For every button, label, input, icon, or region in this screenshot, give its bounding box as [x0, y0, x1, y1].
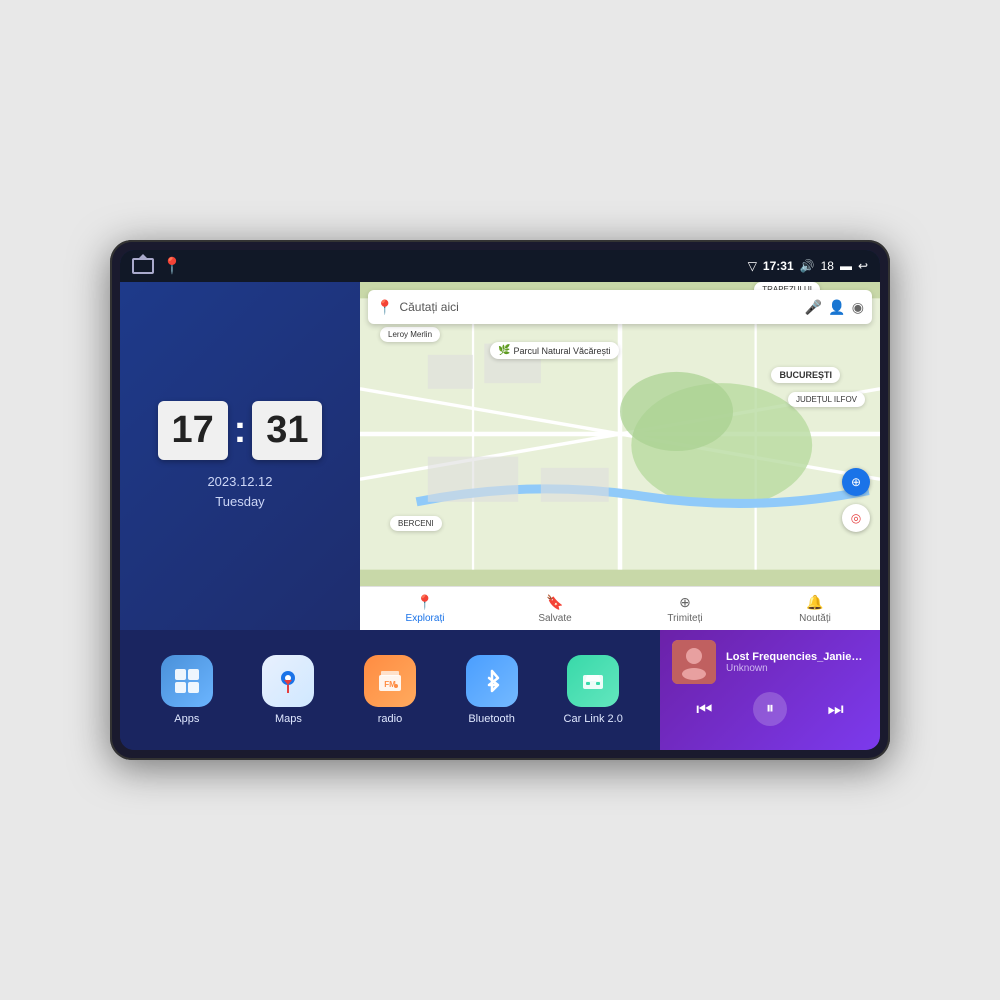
- clock-hours: 17: [158, 401, 228, 460]
- device-screen: 📍 ▽ 17:31 🔊 18 ▬ ↩ 17 : 31: [120, 250, 880, 750]
- location-button[interactable]: ⊕: [842, 468, 870, 496]
- app-icon-maps[interactable]: Maps: [256, 655, 320, 725]
- compass-button[interactable]: ◎: [842, 504, 870, 532]
- mic-icon[interactable]: 🎤: [805, 299, 822, 316]
- app-icon-bluetooth[interactable]: Bluetooth: [460, 655, 524, 725]
- carlink-label: Car Link 2.0: [564, 713, 623, 725]
- saved-icon: 🔖: [546, 594, 563, 611]
- search-placeholder: Căutați aici: [399, 300, 798, 314]
- next-button[interactable]: ⏭: [820, 695, 852, 724]
- map-nav-explore[interactable]: 📍 Explorați: [360, 594, 490, 624]
- prev-button[interactable]: ⏮: [688, 695, 720, 724]
- app-icon-carlink[interactable]: Car Link 2.0: [561, 655, 625, 725]
- music-controls: ⏮ ⏸ ⏭: [672, 692, 868, 726]
- music-player: Lost Frequencies_Janieck Devy-... Unknow…: [660, 630, 880, 750]
- music-artist: Unknown: [726, 663, 868, 674]
- maps-icon: [262, 655, 314, 707]
- clock-colon: :: [234, 409, 247, 452]
- send-label: Trimiteți: [667, 613, 702, 624]
- main-content: 17 : 31 2023.12.12 Tuesday: [120, 282, 880, 750]
- layers-icon[interactable]: ◉: [852, 299, 864, 316]
- apps-icon: [161, 655, 213, 707]
- album-art: [672, 640, 716, 684]
- map-bottom-bar: 📍 Explorați 🔖 Salvate ⊕ Trimiteți 🔔: [360, 586, 880, 630]
- maps-pin-icon: 📍: [162, 256, 182, 276]
- app-icon-apps[interactable]: Apps: [155, 655, 219, 725]
- send-icon: ⊕: [679, 594, 691, 611]
- signal-icon: ▽: [748, 259, 757, 273]
- bottom-section: Apps Maps: [120, 630, 880, 750]
- saved-label: Salvate: [538, 613, 571, 624]
- clock-minutes: 31: [252, 401, 322, 460]
- search-pin-icon: 📍: [376, 299, 393, 316]
- radio-icon: FM: [364, 655, 416, 707]
- music-info-row: Lost Frequencies_Janieck Devy-... Unknow…: [672, 640, 868, 684]
- map-nav-send[interactable]: ⊕ Trimiteți: [620, 594, 750, 624]
- account-icon[interactable]: 👤: [828, 299, 845, 316]
- map-nav-saved[interactable]: 🔖 Salvate: [490, 594, 620, 624]
- status-right: ▽ 17:31 🔊 18 ▬ ↩: [748, 259, 868, 273]
- leroy-label: Leroy Merlin: [380, 327, 440, 342]
- news-label: Noutăți: [799, 613, 831, 624]
- berceni-label: BERCENI: [390, 516, 442, 531]
- app-icon-radio[interactable]: FM radio: [358, 655, 422, 725]
- news-icon: 🔔: [806, 594, 823, 611]
- bucuresti-label: BUCUREȘTI: [771, 367, 840, 383]
- svg-text:FM: FM: [384, 680, 396, 689]
- clock-date: 2023.12.12 Tuesday: [207, 472, 272, 511]
- carlink-icon: [567, 655, 619, 707]
- map-search-bar[interactable]: 📍 Căutați aici 🎤 👤 ◉: [368, 290, 872, 324]
- volume-icon: 🔊: [800, 259, 815, 273]
- home-button[interactable]: [132, 258, 154, 274]
- bluetooth-label: Bluetooth: [468, 713, 514, 725]
- top-section: 17 : 31 2023.12.12 Tuesday: [120, 282, 880, 630]
- explore-icon: 📍: [416, 594, 433, 611]
- music-title: Lost Frequencies_Janieck Devy-...: [726, 651, 868, 663]
- music-info: Lost Frequencies_Janieck Devy-... Unknow…: [726, 651, 868, 674]
- clock-widget: 17 : 31 2023.12.12 Tuesday: [120, 282, 360, 630]
- ilfov-label: JUDEȚUL ILFOV: [788, 392, 865, 407]
- radio-label: radio: [378, 713, 402, 725]
- map-svg: [360, 282, 880, 586]
- clock-display: 17 : 31: [158, 401, 323, 460]
- map-nav-news[interactable]: 🔔 Noutăți: [750, 594, 880, 624]
- device-frame: 📍 ▽ 17:31 🔊 18 ▬ ↩ 17 : 31: [110, 240, 890, 760]
- back-button[interactable]: ↩: [858, 259, 868, 273]
- bluetooth-icon: [466, 655, 518, 707]
- battery-level: 18: [821, 259, 834, 273]
- search-action-icons: 🎤 👤 ◉: [805, 299, 864, 316]
- apps-label: Apps: [174, 713, 199, 725]
- battery-icon: ▬: [840, 259, 852, 273]
- map-background: 🌿 Parcul Natural Văcărești BUCUREȘTI JUD…: [360, 282, 880, 586]
- status-bar: 📍 ▽ 17:31 🔊 18 ▬ ↩: [120, 250, 880, 282]
- clock-date-value: 2023.12.12: [207, 472, 272, 492]
- status-time: 17:31: [763, 259, 794, 273]
- clock-day: Tuesday: [207, 492, 272, 512]
- app-icons-section: Apps Maps: [120, 630, 660, 750]
- maps-label: Maps: [275, 713, 302, 725]
- map-section[interactable]: 🌿 Parcul Natural Văcărești BUCUREȘTI JUD…: [360, 282, 880, 630]
- status-left: 📍: [132, 256, 182, 276]
- park-label: 🌿 Parcul Natural Văcărești: [490, 342, 619, 359]
- explore-label: Explorați: [406, 613, 445, 624]
- play-pause-button[interactable]: ⏸: [753, 692, 787, 726]
